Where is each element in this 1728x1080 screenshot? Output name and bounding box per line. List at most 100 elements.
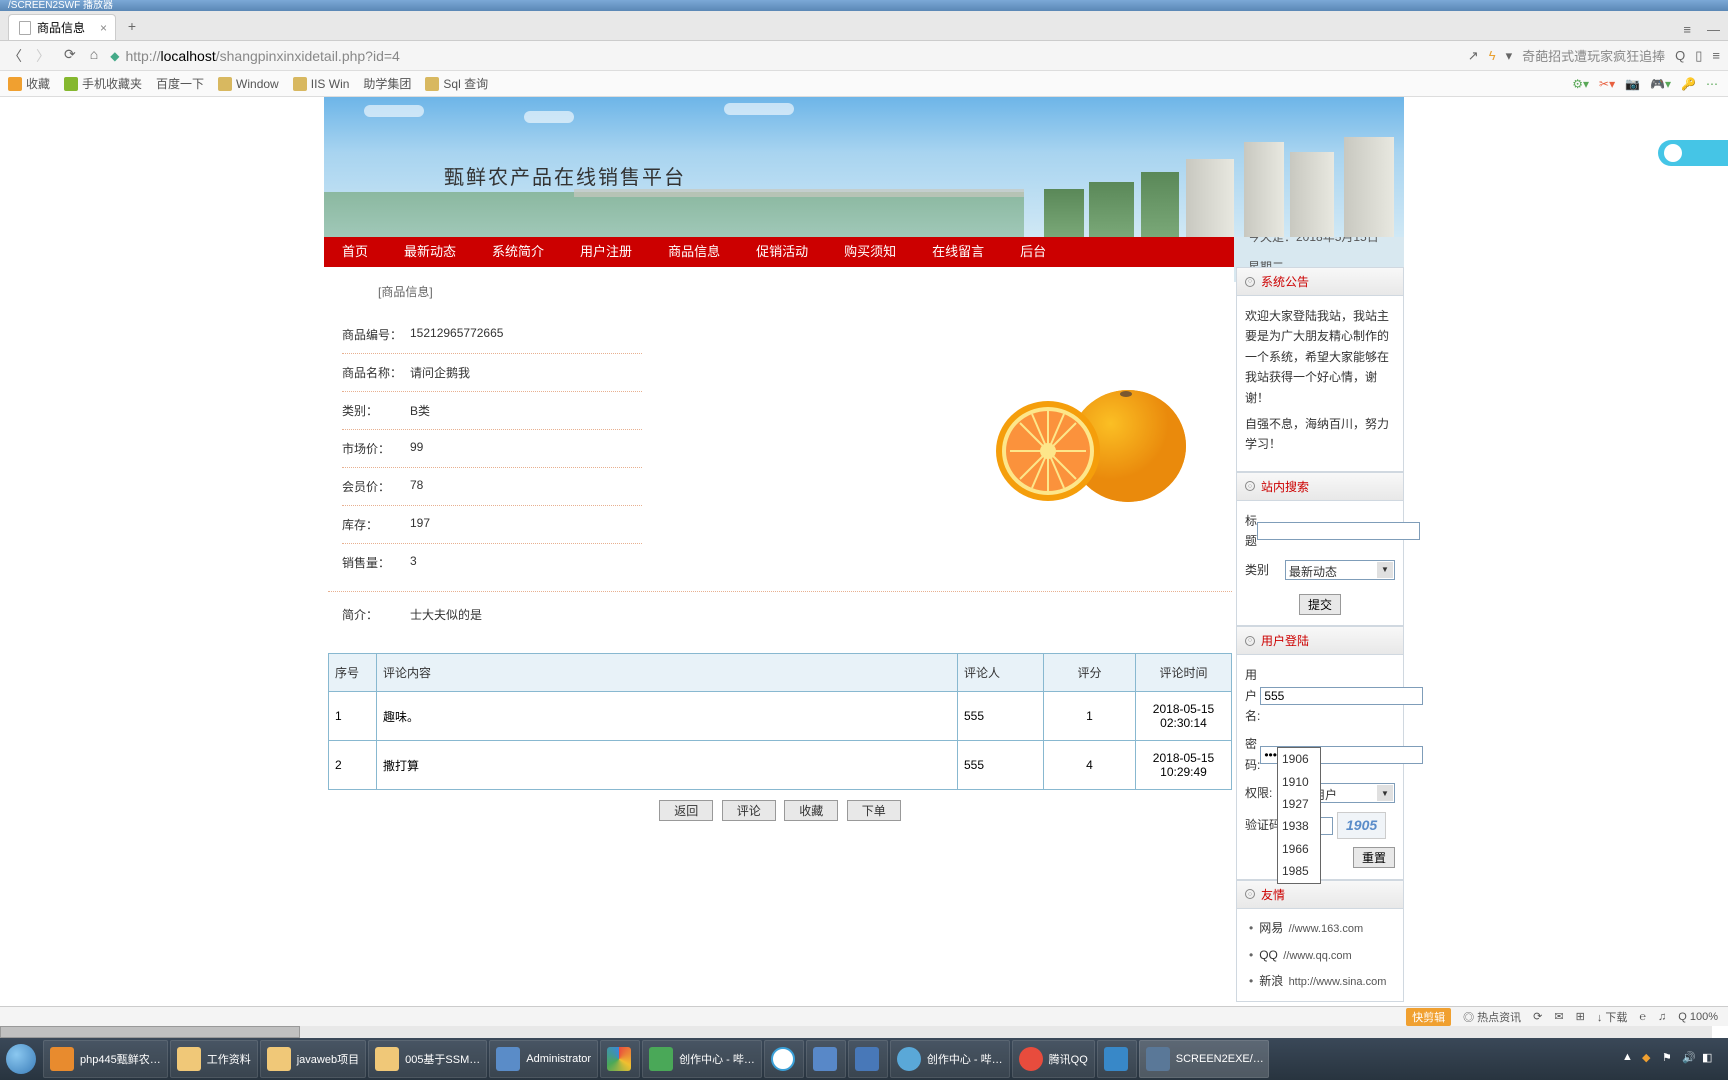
app-icon <box>855 1047 879 1071</box>
start-button[interactable] <box>0 1038 42 1080</box>
taskbar-item[interactable] <box>1097 1040 1137 1078</box>
autocomplete-item[interactable]: 1938 <box>1278 815 1320 837</box>
taskbar-item[interactable] <box>764 1040 804 1078</box>
nav-forward-icon[interactable]: 〉 <box>36 46 50 66</box>
share-icon[interactable]: ↗ <box>1468 48 1479 64</box>
nav-notice[interactable]: 购买须知 <box>826 237 914 267</box>
app-icon <box>649 1047 673 1071</box>
nav-news[interactable]: 最新动态 <box>386 237 474 267</box>
status-item[interactable]: ✉ <box>1554 1010 1563 1023</box>
search-title-input[interactable] <box>1257 522 1420 540</box>
field-row: 市场价：99 <box>342 430 642 468</box>
autocomplete-item[interactable]: 1927 <box>1278 793 1320 815</box>
taskbar-item[interactable]: 腾讯QQ <box>1012 1040 1095 1078</box>
nav-products[interactable]: 商品信息 <box>650 237 738 267</box>
ext-icon[interactable]: 🔑 <box>1681 77 1696 91</box>
search-submit-button[interactable]: 提交 <box>1299 594 1341 615</box>
bookmark-item[interactable]: Window <box>218 77 279 91</box>
search-icon[interactable]: Q <box>1675 48 1685 63</box>
status-item[interactable]: 快剪辑 <box>1406 1008 1451 1026</box>
nav-home-icon[interactable]: ⌂ <box>90 46 98 66</box>
status-item[interactable]: ◎ 热点资讯 <box>1463 1009 1521 1025</box>
link-item[interactable]: 网易 //www.163.com <box>1249 915 1395 942</box>
status-item[interactable]: ℮ <box>1639 1011 1646 1023</box>
ext-icon[interactable]: ✂︎▾ <box>1599 77 1615 91</box>
nav-register[interactable]: 用户注册 <box>562 237 650 267</box>
autocomplete-item[interactable]: 1906 <box>1278 748 1320 770</box>
search-hint[interactable]: 奇葩招式遭玩家疯狂追捧 <box>1522 46 1665 65</box>
status-item[interactable]: ↓ 下载 <box>1597 1009 1628 1025</box>
taskbar-item[interactable]: SCREEN2EXE/… <box>1139 1040 1269 1078</box>
taskbar-item[interactable]: Administrator <box>489 1040 598 1078</box>
url-input[interactable]: ◆ http://localhost/shangpinxinxidetail.p… <box>110 48 1456 64</box>
tray-icon[interactable]: ⚑ <box>1662 1051 1678 1067</box>
nav-reload-icon[interactable]: ⟳ <box>64 46 76 66</box>
back-button[interactable]: 返回 <box>659 800 713 821</box>
mobile-icon[interactable]: ▯ <box>1695 48 1702 64</box>
status-item[interactable]: ⟳ <box>1533 1010 1542 1023</box>
login-box: ○用户登陆 用户名: 密码: 权限: 注册用户▼ 验证码: 1905 1906 … <box>1236 626 1404 880</box>
taskbar-item[interactable]: javaweb项目 <box>260 1040 366 1078</box>
float-widget[interactable] <box>1658 140 1728 166</box>
window-menu-icon[interactable]: ≡ <box>1683 22 1691 37</box>
lightning-icon[interactable]: ϟ <box>1489 48 1496 63</box>
field-row: 库存：197 <box>342 506 642 544</box>
nav-promo[interactable]: 促销活动 <box>738 237 826 267</box>
taskbar-item[interactable]: 工作资料 <box>170 1040 258 1078</box>
bookmark-item[interactable]: 手机收藏夹 <box>64 75 142 92</box>
status-item[interactable]: ⊞ <box>1576 1010 1585 1023</box>
browser-tab[interactable]: 商品信息 × <box>8 14 116 40</box>
taskbar-item[interactable]: 创作中心 - 哔… <box>890 1040 1010 1078</box>
nav-about[interactable]: 系统简介 <box>474 237 562 267</box>
horizontal-scrollbar[interactable] <box>0 1026 1712 1038</box>
nav-admin[interactable]: 后台 <box>1002 237 1064 267</box>
link-item[interactable]: 新浪 http://www.sina.com <box>1249 968 1395 995</box>
favorite-button[interactable]: 收藏 <box>784 800 838 821</box>
status-item[interactable]: Q 100% <box>1678 1011 1718 1023</box>
nav-message[interactable]: 在线留言 <box>914 237 1002 267</box>
dropdown-icon[interactable]: ▾ <box>1506 48 1513 64</box>
bookmark-item[interactable]: 助学集团 <box>363 75 411 92</box>
ext-icon[interactable]: 📷 <box>1625 77 1640 91</box>
orange-icon <box>968 356 1208 516</box>
th-user: 评论人 <box>958 654 1044 692</box>
search-category-select[interactable]: 最新动态▼ <box>1285 560 1395 580</box>
tray-icon[interactable]: ◆ <box>1642 1051 1658 1067</box>
bookmark-item[interactable]: 百度一下 <box>156 75 204 92</box>
th-time: 评论时间 <box>1136 654 1232 692</box>
app-icon <box>607 1047 631 1071</box>
taskbar-item[interactable] <box>806 1040 846 1078</box>
window-minimize-icon[interactable]: — <box>1707 22 1720 37</box>
bookmark-item[interactable]: 收藏 <box>8 75 50 92</box>
new-tab-button[interactable]: + <box>122 16 142 36</box>
volume-icon[interactable]: 🔊 <box>1682 1051 1698 1067</box>
nav-back-icon[interactable]: 〈 <box>8 46 22 66</box>
link-item[interactable]: QQ //www.qq.com <box>1249 942 1395 969</box>
username-input[interactable] <box>1260 687 1423 705</box>
taskbar-item[interactable]: 005基于SSM… <box>368 1040 487 1078</box>
ext-icon[interactable]: ⋯ <box>1706 77 1718 91</box>
nav-home[interactable]: 首页 <box>324 237 386 267</box>
taskbar-item[interactable]: 创作中心 - 哔… <box>642 1040 762 1078</box>
taskbar-item[interactable] <box>848 1040 888 1078</box>
bookmark-item[interactable]: Sql 查询 <box>425 75 488 92</box>
comment-button[interactable]: 评论 <box>722 800 776 821</box>
taskbar-item[interactable]: php445甄鲜农… <box>43 1040 168 1078</box>
status-item[interactable]: ♫ <box>1658 1011 1666 1023</box>
scrollbar-thumb[interactable] <box>0 1026 300 1038</box>
ext-icon[interactable]: 🎮▾ <box>1650 77 1671 91</box>
bookmark-item[interactable]: IIS Win <box>293 77 350 91</box>
tray-icon[interactable]: ◧ <box>1702 1051 1718 1067</box>
menu-icon[interactable]: ≡ <box>1712 48 1720 63</box>
autocomplete-item[interactable]: 1910 <box>1278 771 1320 793</box>
ext-icon[interactable]: ⚙︎▾ <box>1572 77 1589 91</box>
autocomplete-item[interactable]: 1985 <box>1278 860 1320 882</box>
taskbar-item[interactable] <box>600 1040 640 1078</box>
tray-icon[interactable]: ▲ <box>1622 1051 1638 1067</box>
order-button[interactable]: 下单 <box>847 800 901 821</box>
autocomplete-item[interactable]: 1966 <box>1278 838 1320 860</box>
star-icon <box>8 77 22 91</box>
reset-button[interactable]: 重置 <box>1353 847 1395 868</box>
folder-icon <box>425 77 439 91</box>
tab-close-icon[interactable]: × <box>100 21 107 35</box>
